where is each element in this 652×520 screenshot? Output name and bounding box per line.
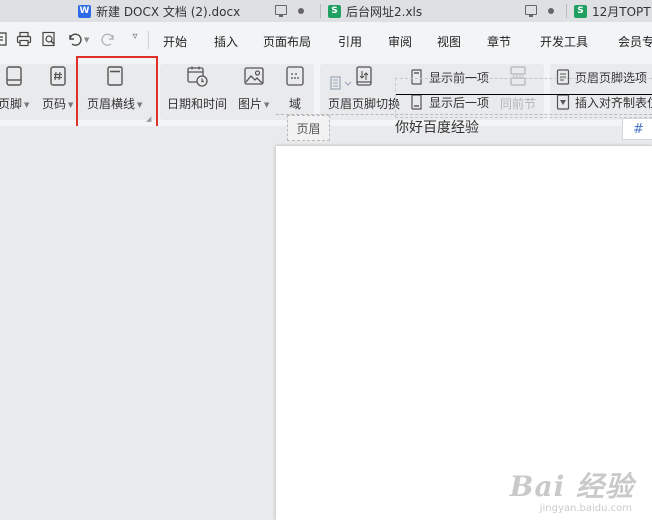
- page-number-label: 页码: [42, 97, 67, 111]
- menu-section[interactable]: 章节: [487, 33, 511, 50]
- footer-icon: [3, 65, 25, 87]
- tab-bar: W 新建 DOCX 文档 (2).docx S 后台网址2.xls S 12月T…: [0, 0, 652, 22]
- undo-dropdown-icon[interactable]: ▼: [84, 36, 92, 44]
- chevron-down-icon: ▼: [137, 100, 143, 109]
- menu-separator: [148, 31, 149, 49]
- field-icon: [284, 65, 306, 87]
- pin-icon[interactable]: [275, 5, 287, 17]
- watermark-brand: Bai 经验: [509, 470, 634, 503]
- calendar-clock-icon: [186, 65, 208, 87]
- word-file-icon: W: [78, 4, 91, 18]
- pin-icon[interactable]: [525, 5, 537, 17]
- sheet-file-icon: S: [328, 4, 341, 18]
- picture-label: 图片: [238, 97, 263, 111]
- body-text[interactable]: 你好百度经验: [395, 117, 479, 137]
- header-line-label: 页眉横线: [87, 97, 136, 111]
- picture-button[interactable]: 图片 ▼: [238, 65, 269, 112]
- page-number-icon: [47, 65, 69, 87]
- customize-toolbar-icon[interactable]: ▿: [127, 31, 143, 47]
- insert-tab-stop-icon[interactable]: #: [622, 118, 652, 140]
- menu-home[interactable]: 开始: [163, 33, 187, 50]
- chevron-down-icon: ▼: [264, 100, 270, 109]
- page-number-button[interactable]: 页码 ▼: [42, 65, 73, 112]
- switch-icon: [353, 65, 375, 87]
- menu-member[interactable]: 会员专: [618, 33, 652, 50]
- picture-icon: [243, 65, 265, 87]
- watermark: Bai 经验 jingyan.baidu.com: [510, 465, 634, 514]
- document-workspace[interactable]: [0, 126, 652, 520]
- print-preview-icon[interactable]: [41, 31, 57, 47]
- unsaved-dot-icon[interactable]: [548, 8, 554, 14]
- menu-view[interactable]: 视图: [437, 33, 461, 50]
- tab-docx-title: 新建 DOCX 文档 (2).docx: [96, 4, 241, 19]
- menu-references[interactable]: 引用: [338, 33, 362, 50]
- tab-docx[interactable]: W 新建 DOCX 文档 (2).docx: [70, 0, 320, 22]
- undo-icon[interactable]: [66, 31, 82, 47]
- field-button[interactable]: 域: [284, 65, 306, 112]
- header-edit-area[interactable]: [395, 78, 652, 118]
- header-line-button[interactable]: 页眉横线 ▼: [87, 65, 142, 112]
- field-label: 域: [288, 97, 301, 111]
- header-doc-icon[interactable]: [330, 76, 352, 90]
- tab-xls-2-title: 12月TOPT: [592, 4, 651, 19]
- datetime-button[interactable]: 日期和时间: [167, 65, 227, 112]
- chevron-down-icon: ▼: [24, 100, 30, 109]
- header-tag[interactable]: 页眉: [287, 115, 330, 141]
- tab-xls-2[interactable]: S 12月TOPT: [566, 0, 652, 22]
- header-footer-switch-label: 页眉页脚切换: [328, 97, 401, 111]
- menu-insert[interactable]: 插入: [214, 33, 238, 50]
- chevron-down-icon: ▼: [68, 100, 74, 109]
- footer-label: 页脚: [0, 97, 23, 111]
- header-boundary: [276, 114, 652, 115]
- redo-icon[interactable]: [101, 31, 117, 47]
- group-expand-icon[interactable]: ◢: [146, 115, 151, 123]
- menu-bar: ▼ ▿ 开始 插入 页面布局 引用 审阅 视图 章节 开发工具 会员专: [0, 22, 652, 59]
- tab-xls-title: 后台网址2.xls: [346, 4, 423, 19]
- header-line: [396, 94, 652, 95]
- unsaved-dot-icon[interactable]: [298, 8, 304, 14]
- document-page[interactable]: [276, 146, 652, 520]
- footer-button[interactable]: 页脚 ▼: [0, 65, 29, 112]
- menu-review[interactable]: 审阅: [388, 33, 412, 50]
- sheet-file-icon: S: [574, 4, 587, 18]
- datetime-label: 日期和时间: [167, 97, 228, 111]
- menu-page-layout[interactable]: 页面布局: [263, 33, 311, 50]
- tab-xls[interactable]: S 后台网址2.xls: [320, 0, 566, 22]
- header-line-icon: [104, 65, 126, 87]
- print-icon[interactable]: [16, 31, 32, 47]
- menu-developer[interactable]: 开发工具: [540, 33, 588, 50]
- export-pdf-icon[interactable]: [0, 31, 9, 47]
